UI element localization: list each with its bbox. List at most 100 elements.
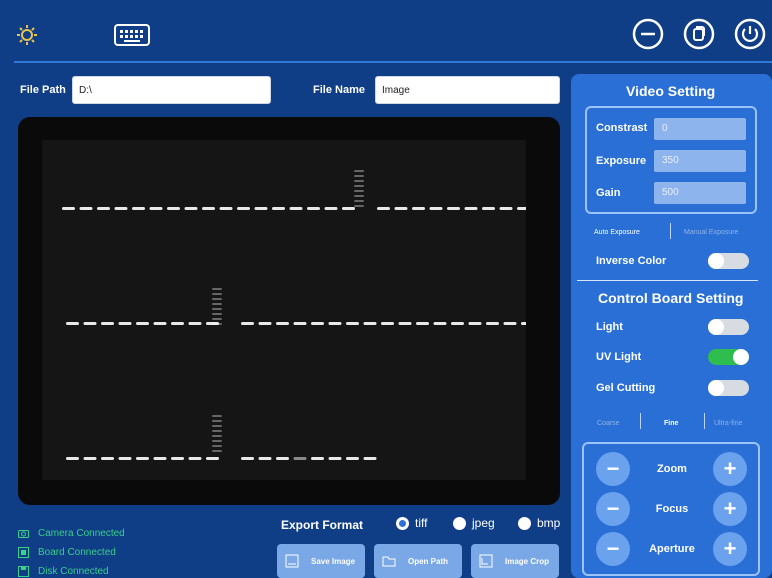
gel-band (188, 322, 202, 325)
gel-band (328, 322, 342, 325)
restore-icon[interactable] (683, 18, 715, 50)
file-path-input[interactable]: D:\ (72, 76, 271, 104)
gel-band (206, 457, 219, 460)
gel-band (293, 322, 307, 325)
radio-tiff-label: tiff (415, 516, 428, 530)
file-name-input[interactable]: Image (375, 76, 560, 104)
gel-band (324, 207, 338, 210)
bulb-icon[interactable] (16, 24, 38, 46)
board-status-text: Board Connected (38, 547, 116, 558)
gel-band (482, 207, 495, 210)
exposure-tab-separator (670, 223, 671, 239)
radio-jpeg[interactable]: jpeg (453, 516, 495, 530)
manual-exposure-tab[interactable]: Manual Exposure (684, 229, 738, 236)
radio-tiff-dot[interactable] (396, 516, 409, 530)
gel-band (346, 322, 359, 325)
gel-band (447, 207, 460, 210)
gel-band (212, 445, 222, 447)
save-image-button[interactable]: Save Image (277, 544, 365, 578)
focus-minus-button[interactable]: − (596, 492, 630, 526)
light-toggle[interactable] (708, 319, 749, 335)
aperture-minus-button[interactable]: − (596, 532, 630, 566)
gel-band (354, 180, 364, 182)
contrast-input[interactable]: 0 (654, 118, 746, 140)
zoom-minus-button[interactable]: − (596, 452, 630, 486)
gel-band (499, 207, 513, 210)
gel-band (188, 457, 202, 460)
file-name-label: File Name (313, 84, 365, 96)
gel-band (272, 207, 285, 210)
gel-image (42, 140, 526, 480)
auto-exposure-tab[interactable]: Auto Exposure (594, 229, 640, 236)
gel-band (149, 207, 163, 210)
focus-plus-button[interactable]: + (713, 492, 747, 526)
gel-band (381, 322, 394, 325)
inverse-color-toggle[interactable] (708, 253, 749, 269)
radio-bmp-dot[interactable] (518, 516, 531, 530)
gel-band (184, 207, 198, 210)
open-path-button[interactable]: Open Path (374, 544, 462, 578)
keyboard-icon[interactable] (114, 24, 150, 46)
exposure-input[interactable]: 350 (654, 150, 746, 172)
mode-coarse[interactable]: Coarse (597, 420, 620, 427)
file-path-label: File Path (20, 84, 66, 96)
toggle-knob (708, 380, 724, 396)
radio-bmp-label: bmp (537, 516, 561, 530)
toggle-knob (733, 349, 749, 365)
folder-icon (382, 556, 396, 567)
video-setting-title: Video Setting (626, 83, 716, 99)
gel-band (241, 322, 254, 325)
gel-band (202, 207, 215, 210)
gel-band (311, 322, 324, 325)
focus-label: Focus (655, 503, 689, 515)
gel-band (429, 207, 443, 210)
zoom-plus-button[interactable]: + (713, 452, 747, 486)
gel-band (354, 170, 364, 172)
gel-band (254, 207, 268, 210)
radio-jpeg-dot[interactable] (453, 516, 466, 530)
gel-band (219, 207, 233, 210)
mode-fine[interactable]: Fine (664, 420, 678, 427)
gel-band (101, 322, 114, 325)
gel-band (212, 293, 222, 295)
radio-tiff[interactable]: tiff (396, 516, 427, 530)
board-icon (18, 547, 29, 558)
gel-band (212, 435, 222, 437)
gel-band (258, 457, 272, 460)
board-status: Board Connected (18, 547, 116, 558)
gain-input[interactable]: 500 (654, 182, 746, 204)
uv-light-toggle[interactable] (708, 349, 749, 365)
gel-band (171, 457, 184, 460)
minimize-icon[interactable] (632, 18, 664, 50)
crop-icon (479, 554, 493, 568)
gel-band (503, 322, 517, 325)
gel-band (363, 322, 377, 325)
aperture-plus-button[interactable]: + (713, 532, 747, 566)
gel-band (118, 457, 132, 460)
gel-band (241, 457, 254, 460)
power-icon[interactable] (734, 18, 766, 50)
gel-band (354, 185, 364, 187)
gel-cutting-toggle[interactable] (708, 380, 749, 396)
gel-band (212, 420, 222, 422)
gel-band (258, 322, 272, 325)
toggle-knob (708, 253, 724, 269)
gel-band (377, 207, 390, 210)
image-crop-button[interactable]: Image Crop (471, 544, 559, 578)
gel-band (412, 207, 425, 210)
gel-band (212, 430, 222, 432)
radio-bmp[interactable]: bmp (518, 516, 560, 530)
exposure-label: Exposure (596, 155, 647, 167)
gel-band (212, 450, 222, 452)
save-image-label: Save Image (311, 556, 356, 566)
mode-ultra-fine[interactable]: Ultra-fine (714, 420, 742, 427)
gel-band (354, 205, 364, 207)
gel-band (212, 298, 222, 300)
toggle-knob (708, 319, 724, 335)
top-bar-divider (14, 61, 772, 63)
disk-icon (18, 566, 29, 577)
gel-band (171, 322, 184, 325)
gel-band (83, 457, 97, 460)
mode-separator-1 (640, 413, 641, 429)
gel-band (153, 322, 167, 325)
